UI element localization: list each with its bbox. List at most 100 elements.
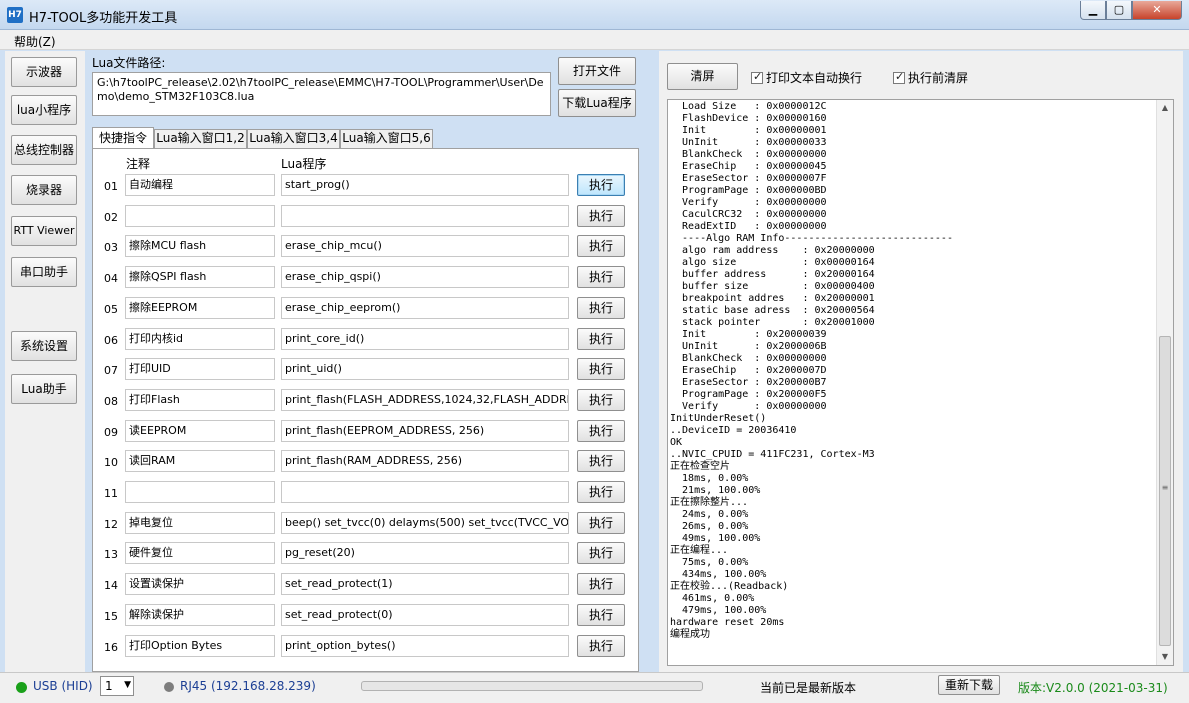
execute-button[interactable]: 执行 bbox=[577, 450, 625, 472]
command-row: 10 读回RAM print_flash(RAM_ADDRESS, 256) 执行 bbox=[93, 449, 638, 477]
execute-button[interactable]: 执行 bbox=[577, 266, 625, 288]
lua-program-field[interactable]: start_prog() bbox=[281, 174, 569, 196]
command-row: 06 打印内核id print_core_id() 执行 bbox=[93, 327, 638, 355]
execute-button[interactable]: 执行 bbox=[577, 635, 625, 657]
scroll-up-arrow-icon[interactable]: ▲ bbox=[1157, 100, 1173, 116]
note-field[interactable] bbox=[125, 205, 275, 227]
execute-button[interactable]: 执行 bbox=[577, 205, 625, 227]
execute-button[interactable]: 执行 bbox=[577, 512, 625, 534]
note-field[interactable]: 打印Flash bbox=[125, 389, 275, 411]
lua-program-field[interactable]: set_read_protect(1) bbox=[281, 573, 569, 595]
execute-button[interactable]: 执行 bbox=[577, 328, 625, 350]
tab-quick-commands[interactable]: 快捷指令 bbox=[92, 127, 154, 149]
nav-programmer-button[interactable]: 烧录器 bbox=[11, 175, 77, 205]
nav-system-settings-button[interactable]: 系统设置 bbox=[11, 331, 77, 361]
execute-button[interactable]: 执行 bbox=[577, 297, 625, 319]
row-number: 04 bbox=[104, 272, 118, 285]
lua-program-field[interactable] bbox=[281, 205, 569, 227]
console-line: 正在编程... bbox=[670, 545, 729, 556]
download-progress-bar bbox=[361, 681, 703, 691]
lua-program-field[interactable]: pg_reset(20) bbox=[281, 542, 569, 564]
lua-path-field[interactable]: G:\h7toolPC_release\2.02\h7toolPC_releas… bbox=[92, 72, 551, 116]
console-line: InitUnderReset() bbox=[670, 413, 767, 424]
note-field[interactable]: 擦除QSPI flash bbox=[125, 266, 275, 288]
command-row: 08 打印Flash print_flash(FLASH_ADDRESS,1024,… bbox=[93, 388, 638, 416]
nav-oscilloscope-button[interactable]: 示波器 bbox=[11, 57, 77, 87]
lua-program-field[interactable]: print_flash(FLASH_ADDRESS,1024,32,FLASH_… bbox=[281, 389, 569, 411]
maximize-button[interactable]: ▢ bbox=[1106, 1, 1132, 20]
command-row: 09 读EEPROM print_flash(EEPROM_ADDRESS, 256… bbox=[93, 419, 638, 447]
checkbox-checked-icon[interactable] bbox=[893, 70, 905, 84]
note-field[interactable]: 读回RAM bbox=[125, 450, 275, 472]
console-output[interactable]: Load Size : 0x0000012C FlashDevice : 0x0… bbox=[667, 99, 1174, 666]
command-row: 16 打印Option Bytes print_option_bytes() 执行 bbox=[93, 634, 638, 662]
execute-button[interactable]: 执行 bbox=[577, 358, 625, 380]
note-field[interactable]: 解除读保护 bbox=[125, 604, 275, 626]
scrollbar-thumb[interactable]: ≡ bbox=[1159, 336, 1171, 646]
note-field[interactable]: 打印UID bbox=[125, 358, 275, 380]
lua-program-field[interactable]: print_option_bytes() bbox=[281, 635, 569, 657]
row-number: 14 bbox=[104, 579, 118, 592]
console-line: 正在检查空片 bbox=[670, 461, 730, 472]
execute-button[interactable]: 执行 bbox=[577, 481, 625, 503]
nav-rtt-viewer-button[interactable]: RTT Viewer bbox=[11, 216, 77, 246]
lua-program-field[interactable] bbox=[281, 481, 569, 503]
note-field[interactable]: 掉电复位 bbox=[125, 512, 275, 534]
execute-button[interactable]: 执行 bbox=[577, 604, 625, 626]
tab-lua-input-1-2[interactable]: Lua输入窗口1,2 bbox=[154, 129, 247, 148]
nav-serial-assistant-button[interactable]: 串口助手 bbox=[11, 257, 77, 287]
row-number: 11 bbox=[104, 487, 118, 500]
note-field[interactable] bbox=[125, 481, 275, 503]
lua-program-field[interactable]: print_flash(RAM_ADDRESS, 256) bbox=[281, 450, 569, 472]
scroll-down-arrow-icon[interactable]: ▼ bbox=[1157, 649, 1173, 665]
tab-lua-input-3-4[interactable]: Lua输入窗口3,4 bbox=[247, 129, 340, 148]
note-field[interactable]: 打印内核id bbox=[125, 328, 275, 350]
note-field[interactable]: 擦除MCU flash bbox=[125, 235, 275, 257]
execute-button[interactable]: 执行 bbox=[577, 174, 625, 196]
checkbox-checked-icon[interactable] bbox=[751, 70, 763, 84]
clear-before-exec-checkbox[interactable]: 执行前清屏 bbox=[893, 69, 968, 86]
execute-button[interactable]: 执行 bbox=[577, 542, 625, 564]
nav-bus-controller-button[interactable]: 总线控制器 bbox=[11, 135, 77, 165]
execute-button[interactable]: 执行 bbox=[577, 235, 625, 257]
lua-program-field[interactable]: erase_chip_mcu() bbox=[281, 235, 569, 257]
rj45-status-led-icon bbox=[164, 682, 174, 692]
execute-button[interactable]: 执行 bbox=[577, 420, 625, 442]
menu-help[interactable]: 帮助(Z) bbox=[14, 33, 56, 50]
auto-wrap-checkbox[interactable]: 打印文本自动换行 bbox=[751, 69, 862, 86]
lua-program-field[interactable]: beep() set_tvcc(0) delayms(500) set_tvcc… bbox=[281, 512, 569, 534]
console-line: Verify : 0x00000000 bbox=[670, 401, 827, 412]
row-number: 05 bbox=[104, 303, 118, 316]
console-scrollbar[interactable]: ▲ ≡ ▼ bbox=[1156, 100, 1173, 665]
note-field[interactable]: 擦除EEPROM bbox=[125, 297, 275, 319]
lua-program-field[interactable]: set_read_protect(0) bbox=[281, 604, 569, 626]
note-field[interactable]: 自动编程 bbox=[125, 174, 275, 196]
row-number: 06 bbox=[104, 334, 118, 347]
lua-program-field[interactable]: erase_chip_qspi() bbox=[281, 266, 569, 288]
lua-program-field[interactable]: print_core_id() bbox=[281, 328, 569, 350]
lua-program-field[interactable]: erase_chip_eeprom() bbox=[281, 297, 569, 319]
execute-button[interactable]: 执行 bbox=[577, 573, 625, 595]
lua-program-field[interactable]: print_flash(EEPROM_ADDRESS, 256) bbox=[281, 420, 569, 442]
execute-button[interactable]: 执行 bbox=[577, 389, 625, 411]
command-row: 02 执行 bbox=[93, 204, 638, 232]
redownload-button[interactable]: 重新下载 bbox=[938, 675, 1000, 695]
tab-lua-input-5-6[interactable]: Lua输入窗口5,6 bbox=[340, 129, 433, 148]
close-button[interactable]: ✕ bbox=[1132, 1, 1182, 20]
note-field[interactable]: 打印Option Bytes bbox=[125, 635, 275, 657]
download-lua-button[interactable]: 下载Lua程序 bbox=[558, 89, 636, 117]
note-field[interactable]: 硬件复位 bbox=[125, 542, 275, 564]
clear-screen-button[interactable]: 清屏 bbox=[667, 63, 738, 90]
lua-program-field[interactable]: print_uid() bbox=[281, 358, 569, 380]
dropdown-arrow-icon[interactable]: ▼ bbox=[124, 680, 131, 690]
open-file-button[interactable]: 打开文件 bbox=[558, 57, 636, 85]
note-field[interactable]: 设置读保护 bbox=[125, 573, 275, 595]
nav-lua-assistant-button[interactable]: Lua助手 bbox=[11, 374, 77, 404]
console-line: buffer size : 0x00000400 bbox=[670, 281, 875, 292]
nav-lua-applet-button[interactable]: lua小程序 bbox=[11, 95, 77, 125]
note-field[interactable]: 读EEPROM bbox=[125, 420, 275, 442]
port-select[interactable]: 1 ▼ bbox=[100, 676, 134, 696]
row-number: 03 bbox=[104, 241, 118, 254]
console-line: 26ms, 0.00% bbox=[670, 521, 749, 532]
minimize-button[interactable]: ▁ bbox=[1080, 1, 1106, 20]
